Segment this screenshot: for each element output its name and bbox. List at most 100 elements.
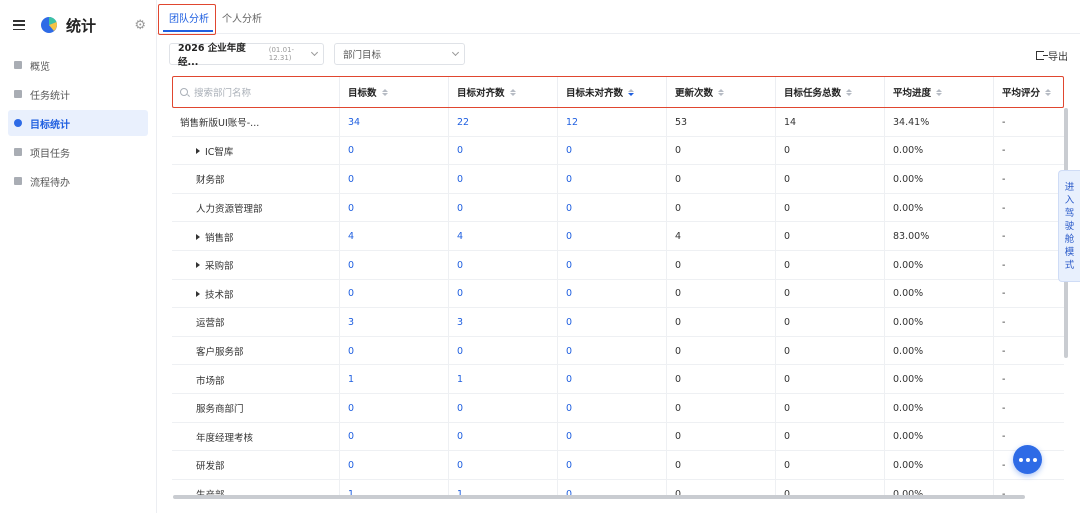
- dept-name-cell[interactable]: IC智库: [172, 136, 340, 166]
- table-row[interactable]: 研发部 0 0 0 0 0 0.00% -: [172, 451, 1064, 480]
- table-row[interactable]: 财务部 0 0 0 0 0 0.00% -: [172, 165, 1064, 194]
- cell-target-count[interactable]: 0: [340, 165, 449, 194]
- cell-aligned-count[interactable]: 22: [449, 108, 558, 137]
- cell-unaligned-count[interactable]: 0: [558, 336, 667, 366]
- table-row[interactable]: 生产部 1 1 0 0 0 0.00% -: [172, 479, 1064, 496]
- cell-aligned-count[interactable]: 1: [449, 479, 558, 496]
- cell-aligned-count[interactable]: 0: [449, 279, 558, 309]
- table-row[interactable]: 技术部 0 0 0 0 0 0.00% -: [172, 279, 1064, 309]
- table-row[interactable]: 客户服务部 0 0 0 0 0 0.00% -: [172, 336, 1064, 366]
- column-header-update-count[interactable]: 更新次数: [667, 76, 776, 108]
- cell-target-count[interactable]: 0: [340, 394, 449, 423]
- cell-unaligned-count[interactable]: 12: [558, 108, 667, 137]
- table-row[interactable]: 市场部 1 1 0 0 0 0.00% -: [172, 365, 1064, 394]
- expand-arrow-icon[interactable]: [196, 290, 200, 297]
- cell-unaligned-count[interactable]: 0: [558, 451, 667, 480]
- cell-avg-score: -: [1002, 231, 1006, 243]
- cockpit-mode-tab[interactable]: 进入驾驶舱模式: [1058, 170, 1080, 282]
- cell-unaligned-count[interactable]: 0: [558, 279, 667, 309]
- column-header-avg-progress[interactable]: 平均进度: [885, 76, 994, 108]
- table-row[interactable]: 服务商部门 0 0 0 0 0 0.00% -: [172, 394, 1064, 423]
- department-select[interactable]: 部门目标: [334, 43, 465, 65]
- sidebar-item-overview[interactable]: 概览: [8, 52, 148, 78]
- sort-icon[interactable]: [718, 88, 725, 96]
- cell-target-count[interactable]: 0: [340, 193, 449, 223]
- cell-target-count[interactable]: 1: [340, 479, 449, 496]
- cell-aligned-count[interactable]: 0: [449, 394, 558, 423]
- cell-unaligned-count[interactable]: 0: [558, 479, 667, 496]
- cell-update-count: 0: [667, 136, 776, 166]
- column-header-target-count[interactable]: 目标数: [340, 76, 449, 108]
- sidebar-item-workflow-todo[interactable]: 流程待办: [8, 168, 148, 194]
- sort-icon[interactable]: [1045, 88, 1052, 96]
- cell-target-count[interactable]: 0: [340, 336, 449, 366]
- expand-arrow-icon[interactable]: [196, 262, 200, 269]
- period-select[interactable]: 2026 企业年度经... (01.01-12.31): [169, 43, 324, 68]
- cell-unaligned-count[interactable]: 0: [558, 136, 667, 166]
- expand-arrow-icon[interactable]: [196, 233, 200, 240]
- cell-unaligned-count[interactable]: 0: [558, 308, 667, 337]
- table-row[interactable]: 采购部 0 0 0 0 0 0.00% -: [172, 251, 1064, 280]
- sidebar-item-project-tasks[interactable]: 项目任务: [8, 139, 148, 165]
- gear-icon[interactable]: ⚙: [134, 18, 146, 33]
- period-value: 2026 企业年度经...: [178, 43, 246, 68]
- cell-unaligned-count[interactable]: 0: [558, 422, 667, 452]
- table-row[interactable]: IC智库 0 0 0 0 0 0.00% -: [172, 136, 1064, 166]
- cell-aligned-count[interactable]: 0: [449, 251, 558, 280]
- cell-target-count[interactable]: 0: [340, 451, 449, 480]
- cell-unaligned-count[interactable]: 0: [558, 394, 667, 423]
- sort-icon[interactable]: [381, 88, 388, 96]
- cell-unaligned-count[interactable]: 0: [558, 365, 667, 394]
- table-row[interactable]: 销售部 4 4 0 4 0 83.00% -: [172, 222, 1064, 251]
- column-header-task-total[interactable]: 目标任务总数: [776, 76, 885, 108]
- cell-aligned-count[interactable]: 0: [449, 451, 558, 480]
- table-row[interactable]: 运营部 3 3 0 0 0 0.00% -: [172, 308, 1064, 337]
- table-row[interactable]: 人力资源管理部 0 0 0 0 0 0.00% -: [172, 193, 1064, 223]
- dept-name-cell[interactable]: 技术部: [172, 279, 340, 309]
- sidebar-item-goal-stats[interactable]: 目标统计: [8, 110, 148, 136]
- export-button[interactable]: 导出: [1036, 48, 1068, 63]
- dept-search-input[interactable]: 搜索部门名称: [172, 76, 340, 108]
- horizontal-scrollbar[interactable]: [173, 495, 1025, 499]
- cell-aligned-count[interactable]: 0: [449, 165, 558, 194]
- sort-icon[interactable]: [846, 88, 853, 96]
- cell-target-count[interactable]: 3: [340, 308, 449, 337]
- cell-aligned-count[interactable]: 4: [449, 222, 558, 251]
- cell-aligned-count[interactable]: 1: [449, 365, 558, 394]
- more-dots-icon[interactable]: [1013, 445, 1042, 474]
- cell-target-count[interactable]: 0: [340, 136, 449, 166]
- cell-aligned-count[interactable]: 0: [449, 136, 558, 166]
- column-header-label: 目标未对齐数: [566, 88, 624, 99]
- cell-unaligned-count[interactable]: 0: [558, 165, 667, 194]
- cell-target-count[interactable]: 0: [340, 422, 449, 452]
- cell-target-count[interactable]: 1: [340, 365, 449, 394]
- sort-icon[interactable]: [509, 88, 516, 96]
- cell-target-count[interactable]: 0: [340, 279, 449, 309]
- table-row[interactable]: 销售新版UI账号-... 34 22 12 53 14 34.41% -: [172, 108, 1064, 137]
- tab-personal-analysis[interactable]: 个人分析: [222, 10, 262, 25]
- tab-team-analysis[interactable]: 团队分析: [169, 10, 209, 25]
- column-header-unaligned-count[interactable]: 目标未对齐数: [558, 76, 667, 108]
- cell-target-count[interactable]: 34: [340, 108, 449, 137]
- cell-aligned-count[interactable]: 0: [449, 193, 558, 223]
- dept-name-cell[interactable]: 采购部: [172, 251, 340, 280]
- table-row[interactable]: 年度经理考核 0 0 0 0 0 0.00% -: [172, 422, 1064, 452]
- dept-name-cell: 生产部: [172, 479, 340, 496]
- cell-avg-progress: 0.00%: [885, 193, 994, 223]
- cell-unaligned-count[interactable]: 0: [558, 222, 667, 251]
- cell-aligned-count[interactable]: 0: [449, 422, 558, 452]
- cell-unaligned-count[interactable]: 0: [558, 251, 667, 280]
- cell-target-count[interactable]: 4: [340, 222, 449, 251]
- column-header-aligned-count[interactable]: 目标对齐数: [449, 76, 558, 108]
- cell-aligned-count[interactable]: 0: [449, 336, 558, 366]
- expand-arrow-icon[interactable]: [196, 147, 200, 154]
- cell-target-count[interactable]: 0: [340, 251, 449, 280]
- cell-aligned-count[interactable]: 3: [449, 308, 558, 337]
- hamburger-icon[interactable]: [12, 18, 26, 32]
- sort-icon[interactable]: [936, 88, 943, 96]
- dept-name-cell[interactable]: 销售部: [172, 222, 340, 251]
- column-header-avg-score[interactable]: 平均评分: [994, 76, 1064, 108]
- sidebar-item-task-stats[interactable]: 任务统计: [8, 81, 148, 107]
- sort-icon[interactable]: [628, 88, 635, 96]
- cell-unaligned-count[interactable]: 0: [558, 193, 667, 223]
